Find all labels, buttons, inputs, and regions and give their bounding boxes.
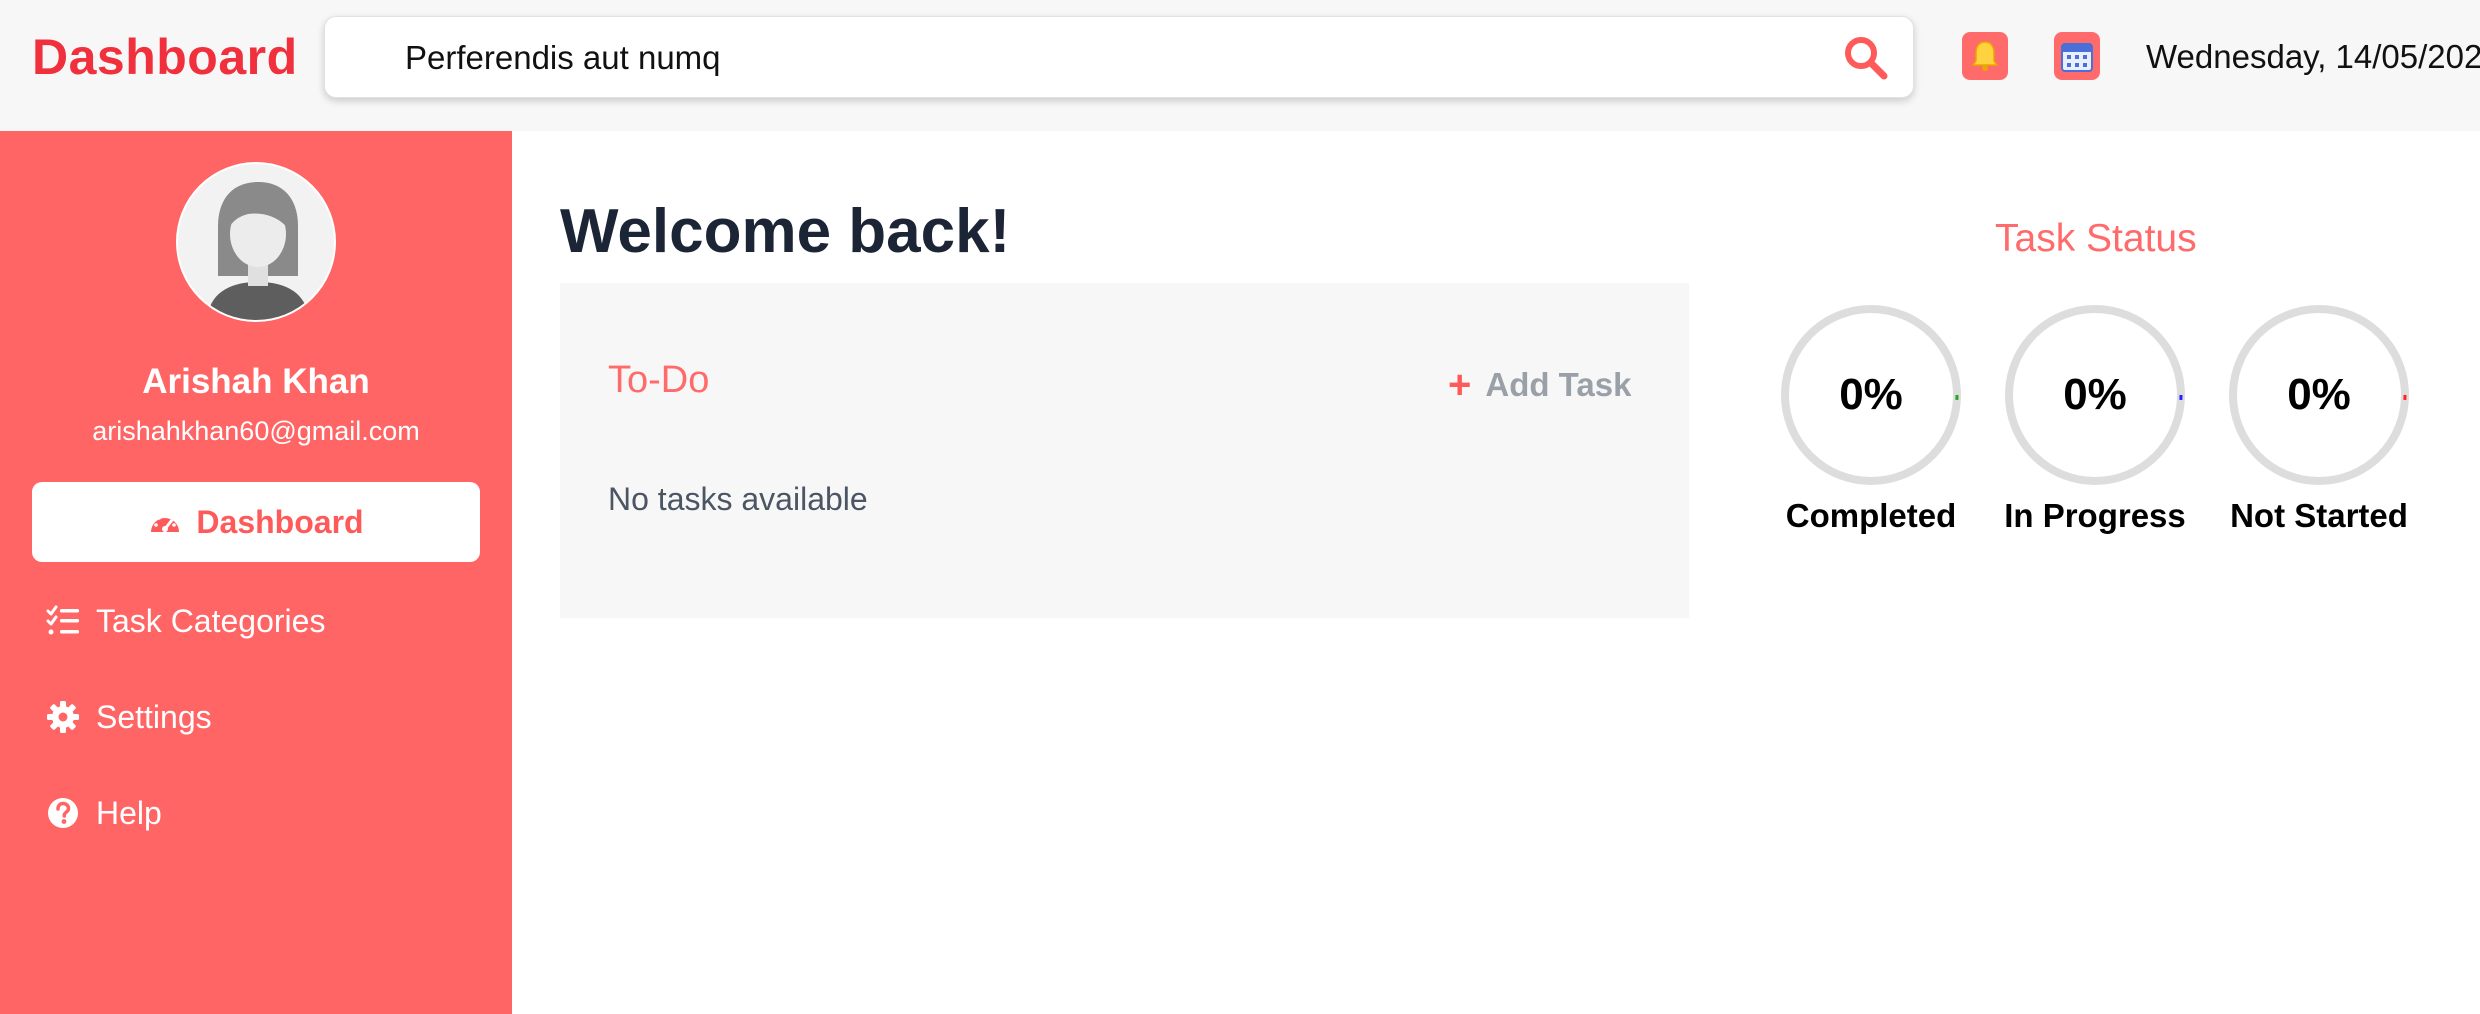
top-header: Dashboard Wednesday, 14/05/2025 [0, 0, 2480, 131]
search-input[interactable] [405, 35, 1805, 81]
brand-title: Dashboard [32, 29, 298, 85]
plus-icon: + [1448, 363, 1472, 407]
todo-title: To-Do [608, 359, 710, 401]
add-task-button[interactable]: + Add Task [1448, 365, 1631, 405]
status-ring-in-progress: 0% [2003, 303, 2187, 487]
notifications-button[interactable] [1962, 32, 2008, 80]
calendar-icon [2061, 43, 2093, 72]
status-label-completed: Completed [1785, 497, 1957, 534]
checklist-icon [46, 605, 79, 635]
user-email: arishahkhan60@gmail.com [92, 416, 420, 446]
avatar [176, 162, 336, 322]
bell-icon [1971, 41, 1999, 71]
todo-card: To-Do + Add Task No tasks available [560, 283, 1689, 618]
status-percent: 0% [2287, 370, 2351, 419]
sidebar-item-settings[interactable]: Settings [46, 692, 212, 742]
status-ring-not-started: 0% [2227, 303, 2411, 487]
gear-icon [47, 701, 79, 733]
empty-state-text: No tasks available [608, 481, 868, 517]
sidebar-item-task-categories[interactable]: Task Categories [46, 596, 325, 646]
search-icon [1845, 37, 1888, 80]
sidebar-item-label: Task Categories [96, 602, 326, 639]
sidebar-item-label: Help [96, 794, 162, 831]
add-task-label: Add Task [1485, 366, 1632, 403]
status-label-in-progress: In Progress [2004, 497, 2186, 534]
status-percent: 0% [2063, 370, 2127, 419]
status-ring-completed: 0% [1779, 303, 1963, 487]
sidebar-item-label: Dashboard [196, 503, 364, 540]
sidebar-item-dashboard[interactable]: Dashboard [32, 482, 480, 562]
page-title: Welcome back! [560, 197, 1011, 266]
status-percent: 0% [1839, 370, 1903, 419]
calendar-button[interactable] [2054, 32, 2100, 80]
search-button[interactable] [1841, 33, 1891, 83]
user-name: Arishah Khan [142, 362, 370, 401]
question-icon [48, 798, 78, 828]
task-status-title: Task Status [1995, 217, 2197, 260]
sidebar: Arishah Khan arishahkhan60@gmail.com Das… [0, 131, 512, 1014]
search-bar [324, 16, 1914, 98]
gauge-icon [151, 513, 180, 532]
current-date: Wednesday, 14/05/2025 [2146, 38, 2480, 75]
status-label-not-started: Not Started [2230, 497, 2408, 534]
sidebar-item-help[interactable]: Help [46, 788, 162, 838]
sidebar-item-label: Settings [96, 698, 212, 735]
